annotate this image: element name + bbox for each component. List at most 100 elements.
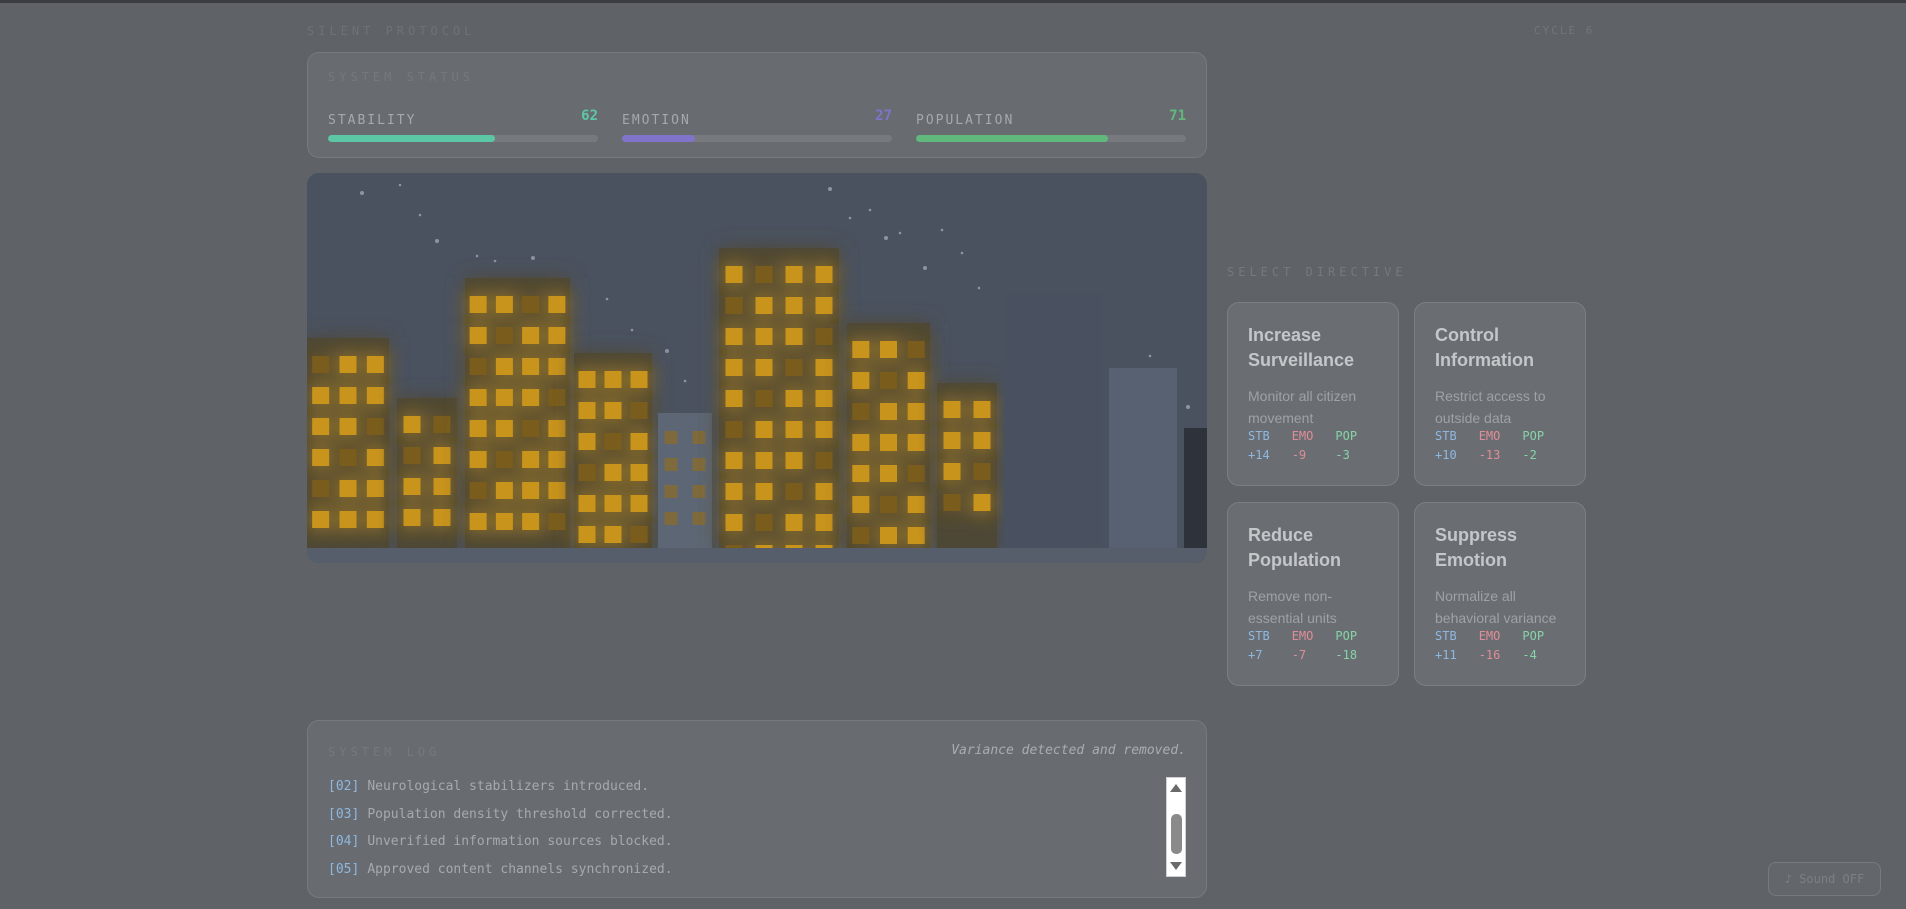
building-window bbox=[339, 356, 357, 373]
building-window bbox=[815, 421, 833, 438]
building-window bbox=[366, 356, 384, 373]
building-window bbox=[785, 452, 803, 469]
pop-effect: -18 bbox=[1335, 648, 1358, 662]
building-window bbox=[366, 387, 384, 404]
building-window bbox=[433, 478, 451, 495]
building-window bbox=[907, 403, 925, 420]
building-window bbox=[548, 358, 566, 375]
building-window bbox=[522, 327, 540, 344]
building-window bbox=[578, 464, 596, 481]
star bbox=[960, 251, 964, 255]
star bbox=[898, 231, 902, 235]
building-window bbox=[495, 358, 513, 375]
directive-card-suppress-emotion[interactable]: Suppress Emotion Normalize all behaviora… bbox=[1414, 502, 1586, 686]
log-entry-id: [05] bbox=[328, 861, 360, 877]
building-window bbox=[785, 328, 803, 345]
building-window bbox=[785, 514, 803, 531]
stb-label: STB bbox=[1435, 429, 1457, 443]
building-window bbox=[852, 496, 870, 513]
building-window bbox=[755, 328, 773, 345]
stat-emotion: EMOTION 27 bbox=[622, 108, 892, 142]
directive-title: Control Information bbox=[1435, 325, 1534, 370]
building-window bbox=[943, 463, 961, 480]
log-list[interactable]: [02] Neurological stabilizers introduced.… bbox=[328, 773, 1158, 883]
building-window bbox=[339, 449, 357, 466]
building-window bbox=[522, 296, 540, 313]
pop-effect: -2 bbox=[1522, 448, 1537, 462]
star bbox=[418, 213, 422, 217]
building bbox=[1004, 293, 1102, 548]
building-window bbox=[755, 266, 773, 283]
city-skyline-graphic bbox=[307, 173, 1207, 563]
building-window bbox=[973, 401, 991, 418]
building-window bbox=[312, 511, 330, 528]
building-window bbox=[403, 509, 421, 526]
building-window bbox=[973, 494, 991, 511]
building-window bbox=[312, 480, 330, 497]
scroll-up-arrow-icon[interactable] bbox=[1170, 784, 1182, 792]
building-window bbox=[785, 359, 803, 376]
directive-description: Restrict access to outside data bbox=[1435, 388, 1546, 426]
directive-title: Increase Surveillance bbox=[1248, 325, 1355, 370]
building bbox=[1184, 428, 1207, 548]
pop-label: POP bbox=[1522, 429, 1545, 443]
log-scrollbar[interactable] bbox=[1166, 777, 1186, 877]
building-window bbox=[366, 511, 384, 528]
cycle-counter: CYCLE 6 bbox=[1534, 24, 1595, 37]
building-window bbox=[664, 485, 678, 498]
emotion-bar bbox=[622, 135, 892, 142]
building-window bbox=[785, 266, 803, 283]
building-window bbox=[548, 420, 566, 437]
population-bar-fill bbox=[916, 135, 1108, 142]
building-window bbox=[815, 390, 833, 407]
building-window bbox=[522, 420, 540, 437]
building-window bbox=[312, 418, 330, 435]
emo-effect: -7 bbox=[1291, 648, 1307, 662]
building-window bbox=[755, 359, 773, 376]
star bbox=[398, 183, 402, 187]
stat-emotion-label: EMOTION bbox=[622, 113, 691, 128]
building-window bbox=[815, 359, 833, 376]
building-window bbox=[578, 402, 596, 419]
building-window bbox=[469, 389, 487, 406]
building-window bbox=[578, 433, 596, 450]
directive-effects: STB +14 EMO -9 POP -3 bbox=[1248, 427, 1357, 465]
building-window bbox=[852, 434, 870, 451]
directive-card-control-information[interactable]: Control Information Restrict access to o… bbox=[1414, 302, 1586, 486]
building-window bbox=[973, 463, 991, 480]
log-entry-text: Unverified information sources blocked. bbox=[367, 834, 673, 849]
building-window bbox=[755, 390, 773, 407]
building-window bbox=[907, 434, 925, 451]
building-window bbox=[852, 465, 870, 482]
star bbox=[605, 297, 609, 301]
building-window bbox=[578, 526, 596, 543]
scrollbar-thumb[interactable] bbox=[1171, 814, 1182, 854]
building-window bbox=[604, 371, 622, 388]
building-window bbox=[852, 403, 870, 420]
directive-title: Suppress Emotion bbox=[1435, 525, 1518, 570]
building bbox=[465, 278, 570, 548]
building-window bbox=[755, 452, 773, 469]
building-window bbox=[725, 390, 743, 407]
building-window bbox=[522, 451, 540, 468]
star bbox=[923, 266, 927, 270]
building-window bbox=[755, 297, 773, 314]
building-window bbox=[469, 451, 487, 468]
building-window bbox=[785, 390, 803, 407]
directive-card-increase-surveillance[interactable]: Increase Surveillance Monitor all citize… bbox=[1227, 302, 1399, 486]
building-window bbox=[339, 387, 357, 404]
building-window bbox=[495, 451, 513, 468]
building-window bbox=[755, 483, 773, 500]
star bbox=[630, 328, 634, 332]
building-window bbox=[907, 372, 925, 389]
building-window bbox=[815, 514, 833, 531]
scroll-down-arrow-icon[interactable] bbox=[1170, 862, 1182, 870]
star bbox=[1186, 405, 1190, 409]
building-window bbox=[522, 389, 540, 406]
building-window bbox=[815, 328, 833, 345]
sound-toggle-button[interactable]: ♪ Sound OFF bbox=[1768, 862, 1881, 896]
building-window bbox=[755, 514, 773, 531]
building-window bbox=[725, 514, 743, 531]
pop-label: POP bbox=[1522, 629, 1545, 643]
directive-card-reduce-population[interactable]: Reduce Population Remove non-essential u… bbox=[1227, 502, 1399, 686]
